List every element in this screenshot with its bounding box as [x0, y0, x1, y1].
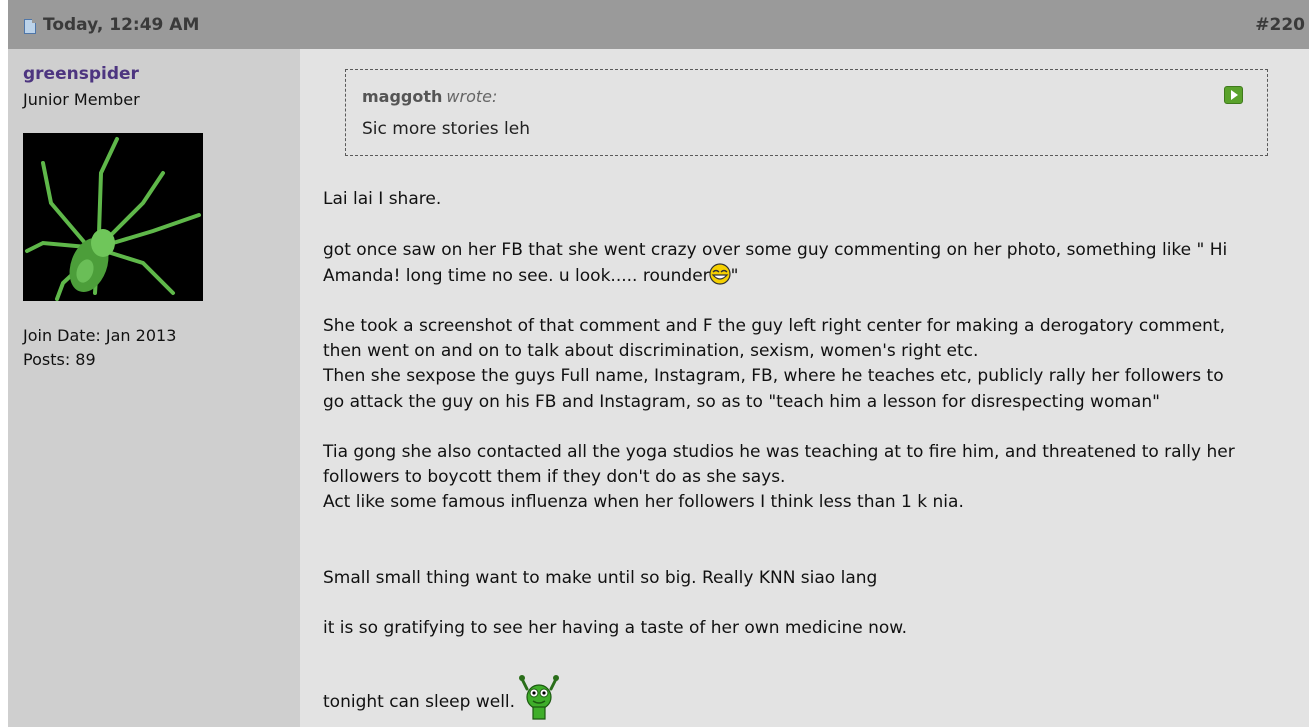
green-alien-smiley-icon: [519, 675, 560, 720]
view-post-icon[interactable]: [1224, 86, 1243, 104]
message-line: Tia gong she also contacted all the yoga…: [323, 442, 1235, 462]
username-link[interactable]: greenspider: [23, 64, 139, 84]
post-header: Today, 12:49 AM #220: [8, 0, 1309, 49]
post-number-link[interactable]: #220: [1255, 15, 1305, 35]
message-line: Lai lai I share.: [323, 189, 442, 209]
message-line: followers to boycott them if they don't …: [323, 467, 786, 487]
post-count: Posts: 89: [23, 350, 96, 369]
user-sidebar: greenspider Junior Member Join Date: Jan…: [8, 49, 300, 727]
forum-post: Today, 12:49 AM #220 greenspider Junior …: [8, 0, 1309, 727]
user-title: Junior Member: [23, 90, 140, 109]
message-line: tonight can sleep well.: [323, 675, 560, 721]
message-line: Act like some famous influenza when her …: [323, 492, 964, 512]
message-line: got once saw on her FB that she went cra…: [323, 240, 1228, 260]
message-text: tonight can sleep well.: [323, 692, 516, 712]
message-line: then went on and on to talk about discri…: [323, 341, 979, 361]
post-date: Today, 12:49 AM: [43, 15, 200, 35]
message-line: it is so gratifying to see her having a …: [323, 618, 908, 638]
post-document-icon: [24, 19, 36, 34]
avatar[interactable]: [23, 133, 203, 301]
message-line: Amanda! long time no see. u look..... ro…: [323, 263, 738, 290]
message-text: Amanda! long time no see. u look..... ro…: [323, 266, 710, 286]
quote-author-name: maggoth: [362, 87, 443, 106]
quote-wrote-label: wrote:: [446, 87, 498, 106]
laughing-smiley-icon: [709, 263, 731, 285]
message-line: She took a screenshot of that comment an…: [323, 316, 1226, 336]
message-text: ": [730, 266, 739, 286]
message-line: Then she sexpose the guys Full name, Ins…: [323, 366, 1224, 386]
quote-text: Sic more stories leh: [362, 119, 531, 139]
quote-block: maggoth wrote: Sic more stories leh: [345, 69, 1268, 156]
quote-author-line: maggoth wrote:: [362, 87, 497, 106]
message-line: Small small thing want to make until so …: [323, 568, 878, 588]
green-spider-avatar-icon: [23, 133, 203, 301]
post-content: maggoth wrote: Sic more stories leh Lai l…: [300, 49, 1309, 727]
message-line: go attack the guy on his FB and Instagra…: [323, 392, 1160, 412]
join-date: Join Date: Jan 2013: [23, 326, 177, 345]
